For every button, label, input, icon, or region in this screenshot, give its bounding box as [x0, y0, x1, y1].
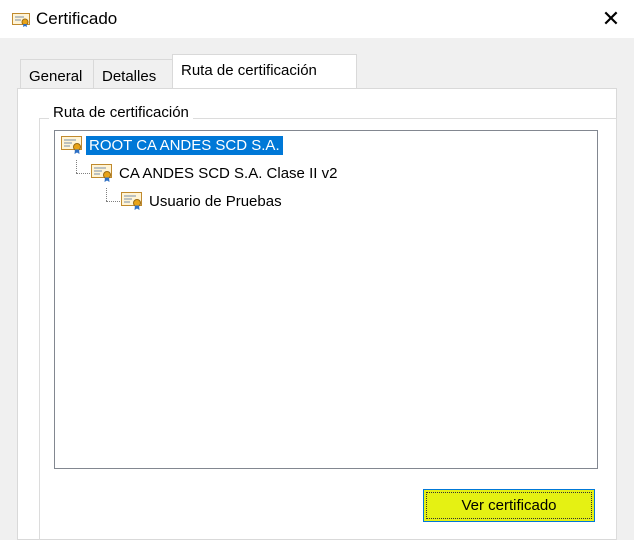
title-bar: Certificado ✕ — [0, 0, 634, 38]
tab-label: Ruta de certificación — [181, 62, 317, 79]
certificate-icon — [121, 192, 142, 210]
window-title: Certificado — [36, 9, 118, 28]
tree-connector — [106, 201, 120, 202]
tab-label: Detalles — [102, 68, 157, 85]
tab-details[interactable]: Detalles — [93, 59, 173, 88]
certification-tree[interactable]: ROOT CA ANDES SCD S.A. CA ANDES SCD S.A.… — [54, 130, 598, 469]
tree-node-leaf[interactable]: Usuario de Pruebas — [121, 191, 285, 211]
certificate-icon — [12, 13, 30, 27]
certificate-icon — [91, 164, 112, 182]
tree-connector — [106, 188, 107, 201]
tree-node-root[interactable]: ROOT CA ANDES SCD S.A. — [61, 135, 283, 155]
close-button[interactable]: ✕ — [588, 0, 634, 38]
tab-general[interactable]: General — [20, 59, 94, 88]
button-label: Ver certificado — [461, 497, 557, 514]
tree-node-label: Usuario de Pruebas — [149, 192, 282, 210]
tree-node-label: ROOT CA ANDES SCD S.A. — [86, 135, 283, 155]
tree-node-label: CA ANDES SCD S.A. Clase II v2 — [119, 164, 338, 182]
group-label: Ruta de certificación — [49, 104, 193, 121]
close-icon: ✕ — [601, 6, 621, 31]
tab-label: General — [29, 68, 83, 85]
certificate-icon — [61, 136, 82, 154]
tab-certification-path[interactable]: Ruta de certificación — [172, 54, 357, 88]
tree-connector — [76, 160, 77, 173]
view-certificate-button[interactable]: Ver certificado — [423, 489, 595, 522]
tree-connector — [76, 173, 90, 174]
tree-node-intermediate[interactable]: CA ANDES SCD S.A. Clase II v2 — [91, 163, 340, 183]
